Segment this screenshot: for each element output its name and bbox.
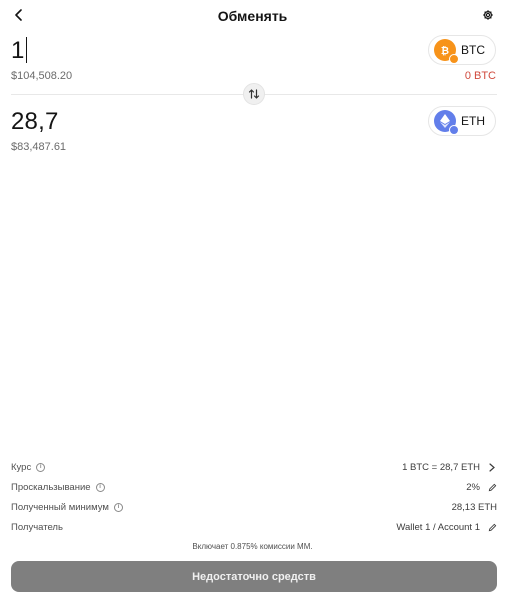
swap-vertical-icon — [248, 89, 260, 99]
recipient-value: Wallet 1 / Account 1 — [396, 521, 480, 533]
swap-direction-button[interactable] — [243, 83, 265, 105]
swap-details: Курс i 1 BTC = 28,7 ETH Проскальзывание i … — [11, 457, 497, 537]
rate-row[interactable]: Курс i 1 BTC = 28,7 ETH — [11, 457, 497, 477]
info-icon[interactable]: i — [95, 482, 105, 492]
fee-note: Включает 0.875% комиссии MM. — [192, 542, 313, 551]
text-caret — [25, 37, 27, 63]
rate-label: Курс — [11, 461, 32, 473]
from-fiat-value: $104,508.20 — [11, 70, 73, 82]
edit-recipient-button[interactable] — [487, 523, 497, 532]
info-icon[interactable]: i — [36, 462, 46, 472]
eth-coin-icon — [434, 110, 459, 135]
edit-slippage-button[interactable] — [487, 483, 497, 492]
eth-network-icon — [449, 125, 459, 135]
rate-value: 1 BTC = 28,7 ETH — [402, 461, 480, 473]
to-token-label: ETH — [461, 114, 485, 128]
min-received-value: 28,13 ETH — [451, 501, 497, 513]
chevron-right-icon — [489, 462, 495, 472]
pencil-icon — [488, 483, 496, 491]
from-amount-input[interactable]: 1 — [11, 37, 27, 65]
settings-button[interactable] — [479, 6, 497, 24]
insufficient-funds-button[interactable]: Недостаточно средств — [11, 561, 497, 592]
btc-coin-icon: ₿ — [434, 39, 459, 64]
recipient-row: Получатель Wallet 1 / Account 1 — [11, 517, 497, 537]
from-balance: 0 BTC — [464, 70, 496, 82]
slippage-row: Проскальзывание i 2% — [11, 477, 497, 497]
from-token-label: BTC — [461, 43, 485, 57]
page-title: Обменять — [217, 8, 288, 24]
min-received-row: Полученный минимум i 28,13 ETH — [11, 497, 497, 517]
min-received-label: Полученный минимум — [11, 501, 109, 513]
recipient-label: Получатель — [11, 521, 63, 533]
info-icon[interactable]: i — [113, 502, 123, 512]
from-token-selector[interactable]: ₿ BTC — [428, 35, 496, 65]
svg-text:₿: ₿ — [441, 45, 449, 56]
to-amount-value: 28,7 — [11, 108, 59, 135]
btc-network-icon — [449, 54, 459, 64]
to-fiat-value: $83,487.61 — [11, 141, 67, 153]
to-token-selector[interactable]: ETH — [428, 106, 496, 136]
header: Обменять — [0, 0, 505, 32]
gear-icon — [483, 10, 493, 20]
from-amount-value: 1 — [11, 37, 25, 64]
slippage-value: 2% — [466, 481, 480, 493]
pencil-icon — [488, 523, 496, 531]
slippage-label: Проскальзывание — [11, 481, 91, 493]
